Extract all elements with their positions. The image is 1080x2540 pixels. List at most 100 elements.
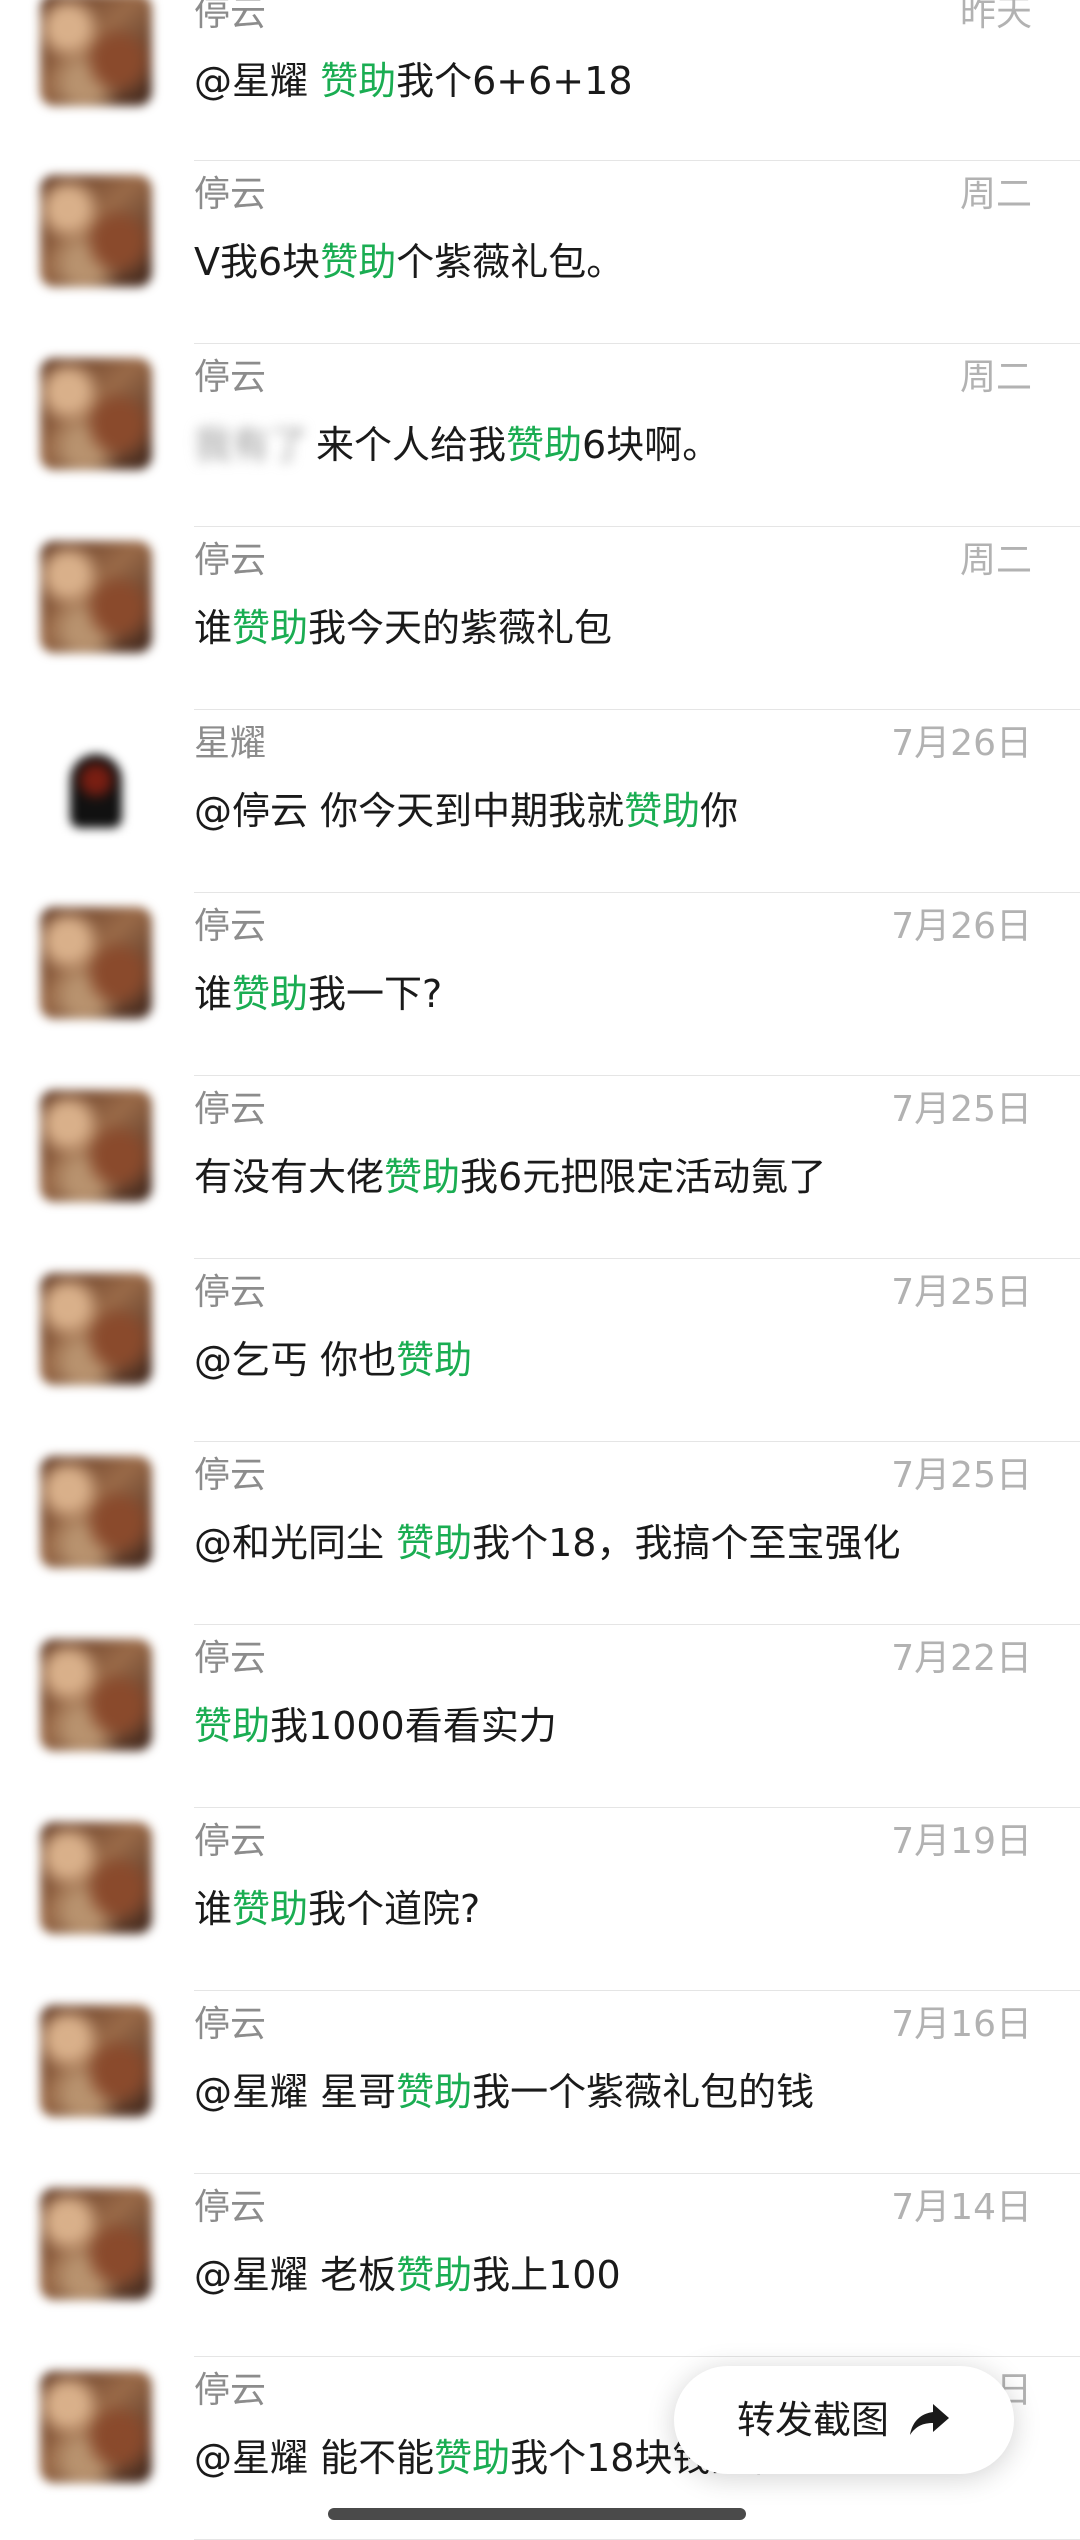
keyword-highlight: 赞助 — [232, 972, 309, 1016]
message-row[interactable]: 星耀 7月26日 @停云 你今天到中期我就赞助你 — [0, 710, 1080, 893]
keyword-highlight: 赞助 — [396, 2070, 473, 2114]
message-row[interactable]: 停云 周二谁赞助我今天的紫薇礼包 — [0, 527, 1080, 710]
message-fragment: @星耀 — [194, 59, 321, 103]
sender-name: 停云 — [194, 1089, 267, 1130]
message-fragment: 我6元把限定活动氪了 — [460, 1155, 827, 1199]
message-text: @和光同尘 赞助我个18，我搞个至宝强化 — [194, 1517, 900, 1569]
message-date: 7月22日 — [891, 1638, 1032, 1679]
avatar[interactable] — [40, 2188, 152, 2300]
avatar[interactable] — [40, 1822, 152, 1934]
message-text: V我6块赞助个紫薇礼包。 — [194, 236, 624, 288]
forward-screenshot-button[interactable]: 转发截图 — [674, 2366, 1014, 2474]
message-date: 7月19日 — [891, 1821, 1032, 1862]
message-text: @星耀 赞助我个6+6+18 — [194, 55, 633, 107]
keyword-highlight: 赞助 — [624, 789, 701, 833]
message-text: 赞助我1000看看实力 — [194, 1700, 557, 1752]
sender-name: 停云 — [194, 357, 267, 398]
message-fragment: 来个人给我 — [316, 423, 507, 467]
avatar[interactable] — [40, 907, 152, 1019]
message-fragment: 谁 — [194, 606, 233, 650]
message-row[interactable]: 停云 7月25日 @乞丐 你也赞助 — [0, 1259, 1080, 1442]
message-fragment: 6块啊。 — [582, 423, 721, 467]
avatar[interactable] — [40, 1456, 152, 1568]
avatar[interactable] — [40, 1090, 152, 1202]
message-fragment: 我今天的紫薇礼包 — [308, 606, 613, 650]
keyword-highlight: 赞助 — [506, 423, 583, 467]
avatar[interactable] — [40, 2371, 152, 2483]
message-text: 谁赞助我一下? — [194, 968, 442, 1020]
message-row[interactable]: 停云 7月16日 @星耀 星哥赞助我一个紫薇礼包的钱 — [0, 1991, 1080, 2174]
sender-name: 停云 — [194, 906, 267, 947]
message-search-results: 停云 昨天 @星耀 赞助我个6+6+18 停云 周二 V我6块赞助个紫薇礼包。 停云 周二 我有… — [0, 0, 1080, 2540]
keyword-highlight: 赞助 — [434, 2436, 511, 2480]
sender-name: 停云 — [194, 1272, 267, 1313]
sender-name: 星耀 — [194, 723, 267, 764]
keyword-highlight: 赞助 — [396, 2253, 473, 2297]
sender-name: 停云 — [194, 0, 267, 34]
home-indicator — [328, 2508, 746, 2520]
avatar[interactable] — [40, 724, 152, 836]
avatar[interactable] — [40, 1639, 152, 1751]
keyword-highlight: 赞助 — [194, 1704, 271, 1748]
redacted-text: 我有了 — [194, 423, 309, 467]
keyword-highlight: 赞助 — [384, 1155, 461, 1199]
message-date: 周二 — [959, 174, 1032, 215]
message-fragment: 我上100 — [472, 2253, 621, 2297]
avatar[interactable] — [40, 541, 152, 653]
message-fragment: V我6块 — [194, 240, 321, 284]
message-fragment: 你 — [700, 789, 739, 833]
message-date: 7月25日 — [891, 1455, 1032, 1496]
message-text: 谁赞助我个道院? — [194, 1883, 480, 1935]
message-row[interactable]: 停云 7月26日谁赞助我一下? — [0, 893, 1080, 1076]
sender-name: 停云 — [194, 2187, 267, 2228]
keyword-highlight: 赞助 — [396, 1521, 473, 1565]
message-row[interactable]: 停云 7月14日 @星耀 老板赞助我上100 — [0, 2174, 1080, 2357]
message-date: 7月25日 — [891, 1089, 1032, 1130]
keyword-highlight: 赞助 — [232, 606, 309, 650]
message-text: 有没有大佬赞助我6元把限定活动氪了 — [194, 1151, 826, 1203]
sender-name: 停云 — [194, 174, 267, 215]
keyword-highlight: 赞助 — [396, 1338, 473, 1382]
message-row[interactable]: 停云 周二 V我6块赞助个紫薇礼包。 — [0, 161, 1080, 344]
message-fragment: 我个道院? — [308, 1887, 481, 1931]
avatar[interactable] — [40, 2005, 152, 2117]
message-date: 周二 — [959, 540, 1032, 581]
message-fragment: @停云 你今天到中期我就 — [194, 789, 625, 833]
message-row[interactable]: 停云 昨天 @星耀 赞助我个6+6+18 — [0, 0, 1080, 161]
message-fragment: @星耀 能不能 — [194, 2436, 435, 2480]
message-fragment: 我个18，我搞个至宝强化 — [472, 1521, 901, 1565]
avatar[interactable] — [40, 358, 152, 470]
message-row[interactable]: 停云 7月25日有没有大佬赞助我6元把限定活动氪了 — [0, 1076, 1080, 1259]
message-date: 7月16日 — [891, 2004, 1032, 2045]
keyword-highlight: 赞助 — [320, 240, 397, 284]
message-row[interactable]: 停云 周二我有了 来个人给我赞助6块啊。 — [0, 344, 1080, 527]
avatar[interactable] — [40, 175, 152, 287]
message-fragment: @星耀 星哥 — [194, 2070, 397, 2114]
keyword-highlight: 赞助 — [232, 1887, 309, 1931]
sender-name: 停云 — [194, 1455, 267, 1496]
message-date: 昨天 — [959, 0, 1032, 34]
message-text: @星耀 老板赞助我上100 — [194, 2249, 621, 2301]
avatar[interactable] — [40, 0, 152, 106]
sender-name: 停云 — [194, 540, 267, 581]
message-date: 7月26日 — [891, 723, 1032, 764]
message-text: 我有了 来个人给我赞助6块啊。 — [194, 419, 720, 471]
message-fragment: @和光同尘 — [194, 1521, 397, 1565]
message-row[interactable]: 停云 7月25日 @和光同尘 赞助我个18，我搞个至宝强化 — [0, 1442, 1080, 1625]
message-fragment: @星耀 老板 — [194, 2253, 397, 2297]
message-fragment: 谁 — [194, 1887, 233, 1931]
sender-name: 停云 — [194, 1638, 267, 1679]
message-fragment: 个紫薇礼包。 — [396, 240, 625, 284]
message-date: 7月26日 — [891, 906, 1032, 947]
message-text: @停云 你今天到中期我就赞助你 — [194, 785, 738, 837]
message-text: @乞丐 你也赞助 — [194, 1334, 472, 1386]
message-text: @星耀 星哥赞助我一个紫薇礼包的钱 — [194, 2066, 814, 2118]
message-row[interactable]: 停云 7月22日赞助我1000看看实力 — [0, 1625, 1080, 1808]
message-fragment: @乞丐 你也 — [194, 1338, 397, 1382]
message-fragment: 有没有大佬 — [194, 1155, 385, 1199]
avatar[interactable] — [40, 1273, 152, 1385]
sender-name: 停云 — [194, 1821, 267, 1862]
message-row[interactable]: 停云 7月19日谁赞助我个道院? — [0, 1808, 1080, 1991]
message-date: 周二 — [959, 357, 1032, 398]
sender-name: 停云 — [194, 2004, 267, 2045]
